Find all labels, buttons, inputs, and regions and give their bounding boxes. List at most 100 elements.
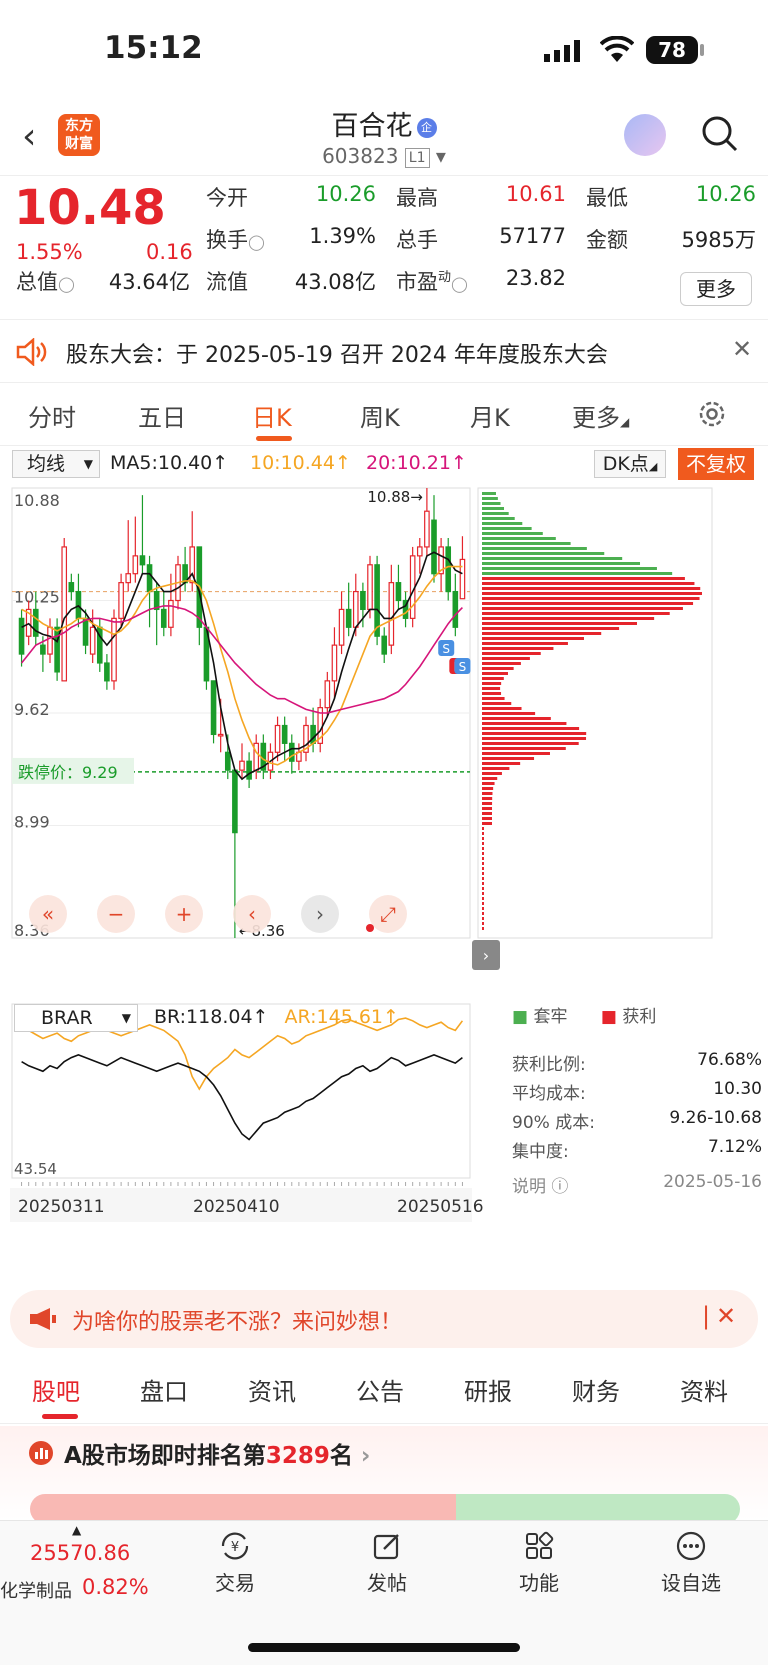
signal-letter: S [459, 660, 467, 674]
candle-body [139, 555, 146, 566]
chip-bar [482, 927, 484, 930]
tab-orderbook[interactable]: 盘口 [140, 1372, 188, 1407]
pe-value: 23.82 [505, 266, 566, 290]
concentration-row: 集中度: 7.12% [512, 1137, 762, 1162]
tab-profile[interactable]: 资料 [680, 1372, 728, 1407]
chip-bar [482, 652, 541, 655]
gear-icon[interactable] [696, 398, 728, 430]
chip-info-panel: ■ 套牢 ■ 获利 获利比例: 76.68% 平均成本: 10.30 90% 成本:… [506, 1002, 762, 1222]
brar-values: BR:118.04↑ AR:145.61↑ [154, 1006, 399, 1028]
chip-bar [482, 792, 493, 795]
candle-body [424, 510, 430, 548]
tab-news[interactable]: 资讯 [248, 1372, 296, 1407]
chip-bar [482, 762, 521, 765]
chip-bar [482, 527, 532, 530]
chip-bar [482, 682, 502, 685]
info-icon[interactable]: ◯ [451, 275, 468, 293]
stock-code-text: 603823 [322, 144, 399, 168]
chevron-right-icon: › [360, 1443, 371, 1469]
tab-forum[interactable]: 股吧 [32, 1372, 80, 1407]
notice-text: 股东大会：于 2025-05-19 召开 2024 年年度股东大会 [66, 343, 608, 368]
chip-bar [482, 787, 494, 790]
ma10-value: 10:10.44↑ [250, 452, 351, 474]
edit-icon [373, 1534, 399, 1560]
candle-body [210, 680, 217, 736]
chip-bar [482, 547, 587, 550]
chip-bar [482, 877, 484, 880]
nav-watchlist[interactable]: 设自选 [646, 1529, 736, 1596]
row-value: 76.68% [697, 1050, 762, 1070]
ma-select[interactable]: 均线 ▼ [12, 450, 100, 478]
chart-control-glyph: « [42, 902, 54, 926]
info-icon[interactable]: ◯ [248, 233, 265, 251]
chip-bar [482, 502, 501, 505]
candle-body [388, 582, 395, 646]
dropdown-icon: ◢ [620, 415, 630, 429]
promo-bar[interactable]: 为啥你的股票老不涨？来问妙想！ | ✕ [10, 1290, 758, 1348]
limit-down-label: 跌停价：9.29 [18, 763, 118, 782]
tab-more[interactable]: 更多◢ [572, 398, 629, 433]
row-value: 9.26-10.68 [669, 1108, 762, 1128]
chip-bar [482, 697, 505, 700]
rank-card[interactable]: A股市场即时排名第3289名 › [0, 1426, 768, 1524]
mcap-label-text: 总值 [16, 270, 58, 294]
candle-body [352, 590, 359, 628]
tab-announcements[interactable]: 公告 [356, 1372, 404, 1407]
tab-finance[interactable]: 财务 [572, 1372, 620, 1407]
chip-bar [482, 512, 509, 515]
candle-body [82, 617, 89, 646]
chip-bar [482, 647, 554, 650]
candle-body [239, 760, 245, 771]
close-icon[interactable]: ✕ [716, 1302, 736, 1330]
chip-legend: ■ 套牢 ■ 获利 [512, 1002, 762, 1027]
nav-trade[interactable]: ¥ 交易 [190, 1529, 280, 1596]
candle-body [374, 564, 380, 637]
nav-functions[interactable]: 功能 [494, 1529, 584, 1596]
nav-post[interactable]: 发帖 [342, 1529, 432, 1596]
indicator-select[interactable]: BRAR ▼ [14, 1004, 138, 1032]
high-label: 最高 [396, 186, 438, 210]
notice-bar[interactable]: 股东大会：于 2025-05-19 召开 2024 年年度股东大会 ✕ [0, 321, 768, 383]
br-value: BR:118.04 [154, 1006, 253, 1028]
tab-five-day[interactable]: 五日 [138, 398, 186, 433]
change-percent: 1.55% [16, 240, 83, 264]
rank-suffix: 名 [329, 1443, 353, 1469]
info-icon: ⓘ [551, 1177, 569, 1197]
tab-intraday[interactable]: 分时 [28, 398, 76, 433]
promo-text: 为啥你的股票老不涨？来问妙想！ [72, 1310, 403, 1335]
dk-point-select[interactable]: DK点◢ [594, 450, 666, 478]
candle-body [274, 724, 281, 753]
tab-monthly-k[interactable]: 月K [470, 398, 510, 433]
adjust-toggle[interactable]: 不复权 [678, 448, 754, 480]
chip-bar [482, 532, 543, 535]
y-tick-label: 8.99 [14, 813, 50, 832]
profit-legend: 获利 [622, 1007, 657, 1027]
battery-icon: 78 [646, 36, 698, 64]
row-label: 说明 [512, 1177, 546, 1197]
close-icon[interactable]: ✕ [732, 335, 752, 363]
header: ‹ 东方 财富 百合花企 603823 L1 ▾ [0, 100, 768, 176]
more-button[interactable]: 更多 [680, 272, 752, 306]
turnover-label-text: 换手 [206, 228, 248, 252]
row-value: 2025-05-16 [663, 1172, 762, 1192]
rank-text: A股市场即时排名第3289名 › [64, 1436, 370, 1470]
search-icon[interactable] [700, 114, 740, 154]
explain-row[interactable]: 说明 ⓘ 2025-05-16 [512, 1172, 762, 1197]
low-label: 最低 [586, 186, 628, 210]
ma10-text: 10:10.44 [250, 452, 335, 474]
chip-bar [482, 597, 700, 600]
candle-body [68, 582, 75, 593]
current-price: 10.48 [14, 180, 166, 236]
rank-number: 3289 [265, 1443, 330, 1469]
tab-daily-k[interactable]: 日K [252, 398, 292, 433]
candle-body [459, 558, 466, 600]
tab-research[interactable]: 研报 [464, 1372, 512, 1407]
nav-watchlist-label: 设自选 [661, 1571, 721, 1595]
index-percent: 0.82% [82, 1575, 149, 1599]
assistant-avatar[interactable] [624, 114, 666, 156]
tab-weekly-k[interactable]: 周K [360, 398, 400, 433]
chip-bar [482, 562, 641, 565]
megaphone-icon [30, 1308, 56, 1330]
row-label: 90% 成本: [512, 1113, 595, 1133]
info-icon[interactable]: ◯ [58, 275, 75, 293]
